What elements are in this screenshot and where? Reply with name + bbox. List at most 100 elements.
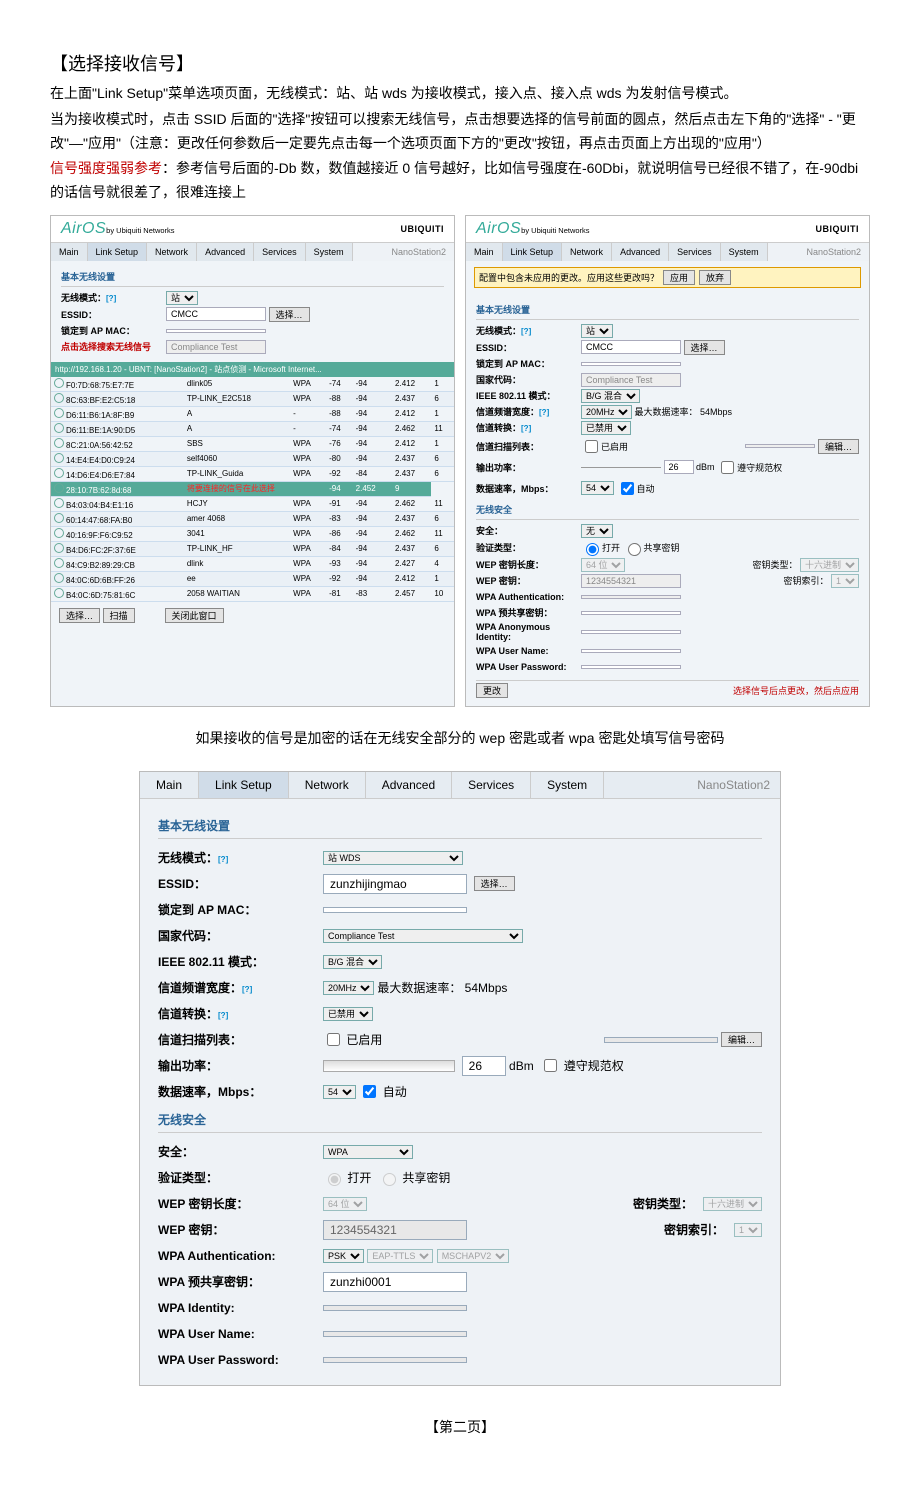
blbl-wpapw: WPA User Password: — [158, 1353, 323, 1367]
survey-row[interactable]: D6:11:BE:1A:90:D5A--74-942.46211 — [51, 421, 454, 436]
page-heading: 【选择接收信号】 — [50, 50, 870, 76]
txt-shared-r: 共享密钥 — [644, 541, 680, 554]
bsel-chwidth[interactable]: 20MHz — [323, 981, 374, 995]
rad-open-r[interactable] — [586, 543, 599, 556]
bchk-obey[interactable] — [544, 1059, 557, 1072]
lbl-auth-r: 验证类型： — [476, 541, 581, 554]
bsel-country[interactable]: Compliance Test — [323, 929, 523, 943]
survey-row[interactable]: 14:D6:E4:D6:E7:84TP-LINK_GuidaWPA-92-842… — [51, 466, 454, 481]
tab-system-r[interactable]: System — [721, 243, 768, 261]
survey-row[interactable]: 8C:63:BF:E2:C5:18TP-LINK_E2C518WPA-88-94… — [51, 391, 454, 406]
inp-power-r[interactable]: 26 — [664, 460, 694, 474]
blbl-chwidth: 信道频谱宽度： — [158, 981, 242, 995]
bsel-wpaauth[interactable]: PSK — [323, 1249, 364, 1263]
bchk-chscan[interactable] — [327, 1033, 340, 1046]
bbtn-select[interactable]: 选择… — [474, 876, 515, 891]
tab-advanced[interactable]: Advanced — [197, 243, 254, 261]
sel-chwidth-r[interactable]: 20MHz — [581, 405, 632, 419]
bsel-mode[interactable]: 站 WDS — [323, 851, 463, 865]
bsel-ieee[interactable]: B/G 混合 — [323, 955, 382, 969]
inp-essid-r[interactable]: CMCC — [581, 340, 681, 354]
btn-chedit-r[interactable]: 编辑… — [818, 439, 859, 454]
lbl-keytype-r: 密钥类型： — [752, 558, 797, 571]
btn-apply[interactable]: 应用 — [663, 270, 695, 285]
apply-msg: 配置中包含未应用的更改。应用这些更改吗？ — [479, 271, 659, 284]
sel-mode-r[interactable]: 站 — [581, 324, 613, 338]
blbl-chscan: 信道扫描列表： — [158, 1031, 323, 1048]
sel-sec-r[interactable]: 无 — [581, 524, 613, 538]
tab-main-r[interactable]: Main — [466, 243, 503, 261]
btn-essid-select-r[interactable]: 选择… — [684, 340, 725, 355]
sel-mode[interactable]: 站 — [166, 291, 198, 305]
btn-essid-select[interactable]: 选择… — [269, 307, 310, 322]
bsel-eap: EAP-TTLS — [367, 1249, 433, 1263]
tab-services-r[interactable]: Services — [669, 243, 721, 261]
sel-ieee-r[interactable]: B/G 混合 — [581, 389, 640, 403]
lbl-rate-r: 数据速率，Mbps： — [476, 482, 581, 495]
btxt-obey: 遵守规范权 — [564, 1057, 624, 1074]
bsel-chshift[interactable]: 已禁用 — [323, 1007, 373, 1021]
btab-main[interactable]: Main — [140, 772, 199, 798]
tab-services[interactable]: Services — [254, 243, 306, 261]
tab-system[interactable]: System — [306, 243, 353, 261]
btn-survey-select[interactable]: 选择… — [59, 608, 100, 623]
tab-linksetup[interactable]: Link Setup — [88, 243, 148, 261]
sel-weplen-r: 64 位 — [581, 558, 625, 572]
binp-essid[interactable]: zunzhijingmao — [323, 874, 467, 894]
btn-survey-close[interactable]: 关闭此窗口 — [165, 608, 224, 623]
survey-row[interactable]: 28:10:7B:62:8d:68将要连接的信号在此选择-942.4529 — [51, 481, 454, 496]
survey-row[interactable]: 40:16:9F:F6:C9:523041WPA-86-942.46211 — [51, 526, 454, 541]
survey-row[interactable]: B4:03:04:B4:E1:16HCJYWPA-91-942.46211 — [51, 496, 454, 511]
blbl-wpaid: WPA Identity: — [158, 1301, 323, 1315]
btab-network[interactable]: Network — [289, 772, 366, 798]
bbtn-edit[interactable]: 编辑… — [721, 1032, 762, 1047]
btab-advanced[interactable]: Advanced — [366, 772, 452, 798]
btn-discard[interactable]: 放弃 — [699, 270, 731, 285]
survey-row[interactable]: 60:14:47:68:FA:B0amer 4068WPA-83-942.437… — [51, 511, 454, 526]
chk-chscan-r[interactable] — [585, 440, 598, 453]
inp-essid[interactable]: CMCC — [166, 307, 266, 321]
bchk-auto[interactable] — [363, 1085, 376, 1098]
binp-lockmac[interactable] — [323, 907, 467, 913]
bsel-rate[interactable]: 54 — [323, 1085, 356, 1099]
sel-rate-r[interactable]: 54 — [581, 481, 614, 495]
inp-wpaun-r[interactable] — [581, 649, 681, 653]
tab-main[interactable]: Main — [51, 243, 88, 261]
tab-advanced-r[interactable]: Advanced — [612, 243, 669, 261]
btab-services[interactable]: Services — [452, 772, 531, 798]
device-model-r: NanoStation2 — [798, 243, 869, 261]
bsel-sec[interactable]: WPA — [323, 1145, 413, 1159]
inp-wpaano-r[interactable] — [581, 630, 681, 634]
binp-power[interactable]: 26 — [462, 1056, 506, 1076]
survey-row[interactable]: B4:0C:6D:75:81:6C2058 WAITIANWPA-81-832.… — [51, 586, 454, 601]
btab-linksetup[interactable]: Link Setup — [199, 772, 289, 798]
tab-network[interactable]: Network — [147, 243, 197, 261]
btn-change-r[interactable]: 更改 — [476, 683, 508, 698]
bsec-basic: 基本无线设置 — [158, 817, 762, 839]
sel-chshift-r[interactable]: 已禁用 — [581, 421, 631, 435]
chk-auto-r[interactable] — [621, 482, 634, 495]
lbl-country-r: 国家代码： — [476, 373, 581, 386]
rad-shared-r[interactable] — [628, 543, 641, 556]
btn-survey-scan[interactable]: 扫描 — [103, 608, 135, 623]
tab-network-r[interactable]: Network — [562, 243, 612, 261]
lbl-weplen-r: WEP 密钥长度： — [476, 558, 581, 571]
inp-wpapw-r[interactable] — [581, 665, 681, 669]
survey-row[interactable]: B4:D6:FC:2F:37:6ETP-LINK_HFWPA-84-942.43… — [51, 541, 454, 556]
survey-row[interactable]: 8C:21:0A:56:42:52SBSWPA-76-942.4121 — [51, 436, 454, 451]
inp-lockmac-r[interactable] — [581, 362, 681, 366]
survey-row[interactable]: 14:E4:E4:D0:C9:24self4060WPA-80-942.4376 — [51, 451, 454, 466]
chk-obey-r[interactable] — [721, 461, 734, 474]
tab-linksetup-r[interactable]: Link Setup — [503, 243, 563, 261]
binp-wpapsk[interactable]: zunzhi0001 — [323, 1272, 467, 1292]
inp-chlist-r — [745, 444, 815, 448]
survey-row[interactable]: 84:C9:B2:89:29:CBdlinkWPA-93-942.4274 — [51, 556, 454, 571]
survey-row[interactable]: D6:11:B6:1A:8F:B9A--88-942.4121 — [51, 406, 454, 421]
survey-row[interactable]: F0:7D:68:75:E7:7Edlink05WPA-74-942.4121 — [51, 377, 454, 392]
binp-wpaun — [323, 1331, 467, 1337]
btab-system[interactable]: System — [531, 772, 604, 798]
inp-wpapsk-r[interactable] — [581, 611, 681, 615]
inp-lockmac[interactable] — [166, 329, 266, 333]
survey-row[interactable]: 84:0C:6D:6B:FF:26eeWPA-92-942.4121 — [51, 571, 454, 586]
logo-sub: by Ubiquiti Networks — [106, 226, 174, 235]
